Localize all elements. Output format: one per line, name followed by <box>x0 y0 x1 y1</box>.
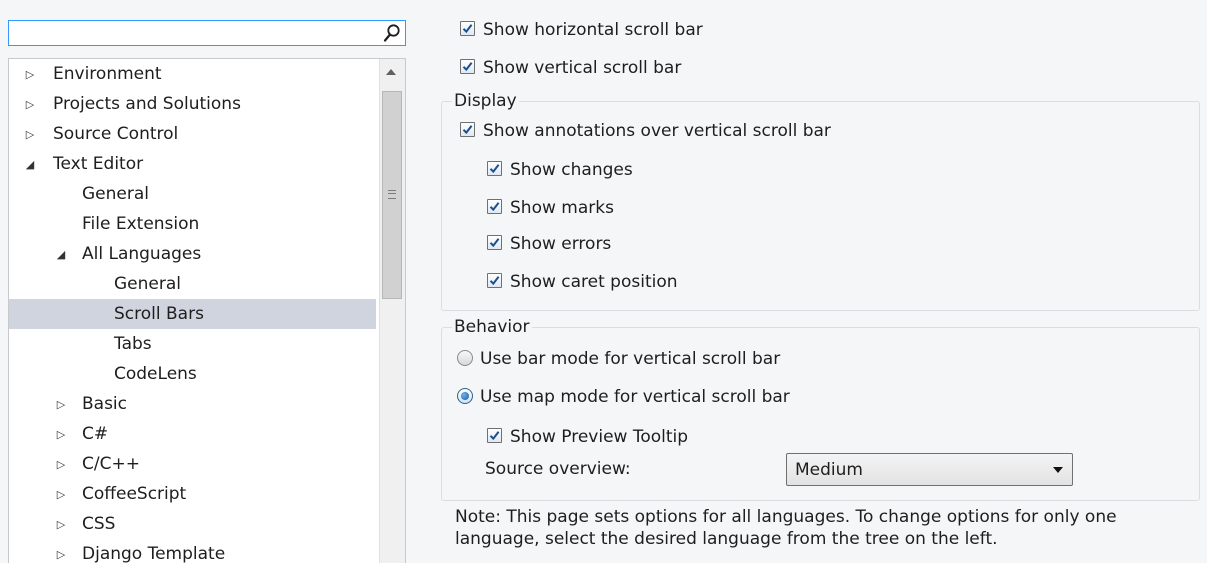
tree-item-file-extension[interactable]: File Extension <box>9 209 376 239</box>
tree-scrollbar[interactable] <box>379 59 405 563</box>
radio-unselected-icon[interactable] <box>457 350 473 366</box>
checkbox-checked-icon[interactable] <box>487 428 502 443</box>
dropdown-value: Medium <box>795 460 863 480</box>
tree-item-label: Projects and Solutions <box>53 94 241 114</box>
scroll-up-arrow-icon[interactable] <box>386 69 396 75</box>
tree-item-coffeescript[interactable]: ▷ CoffeeScript <box>9 479 376 509</box>
tree-item-csharp[interactable]: ▷ C# <box>9 419 376 449</box>
expand-arrow-icon[interactable]: ▷ <box>54 509 68 539</box>
checkbox-checked-icon[interactable] <box>487 235 502 250</box>
tree-item-label: C/C++ <box>82 454 140 474</box>
tree-item-c-cpp[interactable]: ▷ C/C++ <box>9 449 376 479</box>
expand-arrow-icon[interactable]: ▷ <box>23 89 37 119</box>
checkbox-checked-icon[interactable] <box>487 273 502 288</box>
display-group-title: Display <box>452 91 519 111</box>
checkbox-checked-icon[interactable] <box>460 21 475 36</box>
grip-icon <box>388 190 396 199</box>
tree-item-label: CodeLens <box>114 364 197 384</box>
tree-item-label: Text Editor <box>53 154 144 174</box>
checkbox-label: Show marks <box>510 198 614 218</box>
radio-dot-icon <box>461 392 469 400</box>
tree-item-projects-and-solutions[interactable]: ▷ Projects and Solutions <box>9 89 376 119</box>
radio-label: Use map mode for vertical scroll bar <box>480 387 790 407</box>
options-tree: ▷ Environment ▷ Projects and Solutions ▷… <box>8 58 406 563</box>
source-overview-label: Source overview: <box>485 459 631 479</box>
tree-item-django-template[interactable]: ▷ Django Template <box>9 539 376 563</box>
expand-arrow-icon[interactable]: ▷ <box>54 539 68 563</box>
radio-selected-icon[interactable] <box>457 388 473 404</box>
chevron-down-icon[interactable] <box>1053 467 1063 473</box>
checkbox-label: Show changes <box>510 160 633 180</box>
tree-item-label: File Extension <box>82 214 200 234</box>
behavior-group-title: Behavior <box>452 317 532 337</box>
expand-arrow-icon[interactable]: ▷ <box>54 479 68 509</box>
checkbox-checked-icon[interactable] <box>487 199 502 214</box>
tree-item-label: CoffeeScript <box>82 484 187 504</box>
tree-item-environment[interactable]: ▷ Environment <box>9 59 376 89</box>
expand-arrow-icon[interactable]: ▷ <box>54 449 68 479</box>
tree-item-label: General <box>114 274 181 294</box>
tree-item-css[interactable]: ▷ CSS <box>9 509 376 539</box>
collapse-arrow-icon[interactable]: ◢ <box>23 149 37 179</box>
collapse-arrow-icon[interactable]: ◢ <box>54 239 68 269</box>
tree-item-all-languages-general[interactable]: General <box>9 269 376 299</box>
tree-item-label: Environment <box>53 64 162 84</box>
tree-item-source-control[interactable]: ▷ Source Control <box>9 119 376 149</box>
checkbox-checked-icon[interactable] <box>487 161 502 176</box>
tree-item-label: Tabs <box>114 334 152 354</box>
checkbox-label: Show annotations over vertical scroll ba… <box>483 121 831 141</box>
expand-arrow-icon[interactable]: ▷ <box>23 59 37 89</box>
tree-item-text-editor[interactable]: ◢ Text Editor <box>9 149 376 179</box>
tree-item-basic[interactable]: ▷ Basic <box>9 389 376 419</box>
note-line-1: Note: This page sets options for all lan… <box>455 507 1117 527</box>
tree-item-label: General <box>82 184 149 204</box>
tree-item-text-editor-general[interactable]: General <box>9 179 376 209</box>
tree-item-tabs[interactable]: Tabs <box>9 329 376 359</box>
radio-label: Use bar mode for vertical scroll bar <box>480 349 781 369</box>
tree-item-label: Source Control <box>53 124 179 144</box>
search-icon[interactable] <box>383 23 401 48</box>
note-line-2: language, select the desired language fr… <box>455 529 998 549</box>
source-overview-dropdown[interactable]: Medium <box>786 453 1073 486</box>
checkbox-label: Show horizontal scroll bar <box>483 20 703 40</box>
checkbox-checked-icon[interactable] <box>460 59 475 74</box>
options-search-input[interactable] <box>8 20 406 46</box>
tree-item-label: CSS <box>82 514 116 534</box>
expand-arrow-icon[interactable]: ▷ <box>23 119 37 149</box>
tree-item-label: C# <box>82 424 109 444</box>
checkbox-label: Show errors <box>510 234 612 254</box>
tree-item-label: Django Template <box>82 544 226 563</box>
note-text: Note: This page sets options for all lan… <box>455 506 1195 550</box>
tree-item-all-languages[interactable]: ◢ All Languages <box>9 239 376 269</box>
checkbox-label: Show Preview Tooltip <box>510 427 689 447</box>
scroll-thumb[interactable] <box>382 91 402 299</box>
checkbox-label: Show caret position <box>510 272 678 292</box>
tree-item-label: All Languages <box>82 244 202 264</box>
tree-item-label: Scroll Bars <box>114 304 204 324</box>
expand-arrow-icon[interactable]: ▷ <box>54 419 68 449</box>
checkbox-label: Show vertical scroll bar <box>483 58 682 78</box>
tree-item-scroll-bars[interactable]: Scroll Bars <box>9 299 376 329</box>
checkbox-checked-icon[interactable] <box>460 122 475 137</box>
tree-item-label: Basic <box>82 394 128 414</box>
expand-arrow-icon[interactable]: ▷ <box>54 389 68 419</box>
tree-item-codelens[interactable]: CodeLens <box>9 359 376 389</box>
